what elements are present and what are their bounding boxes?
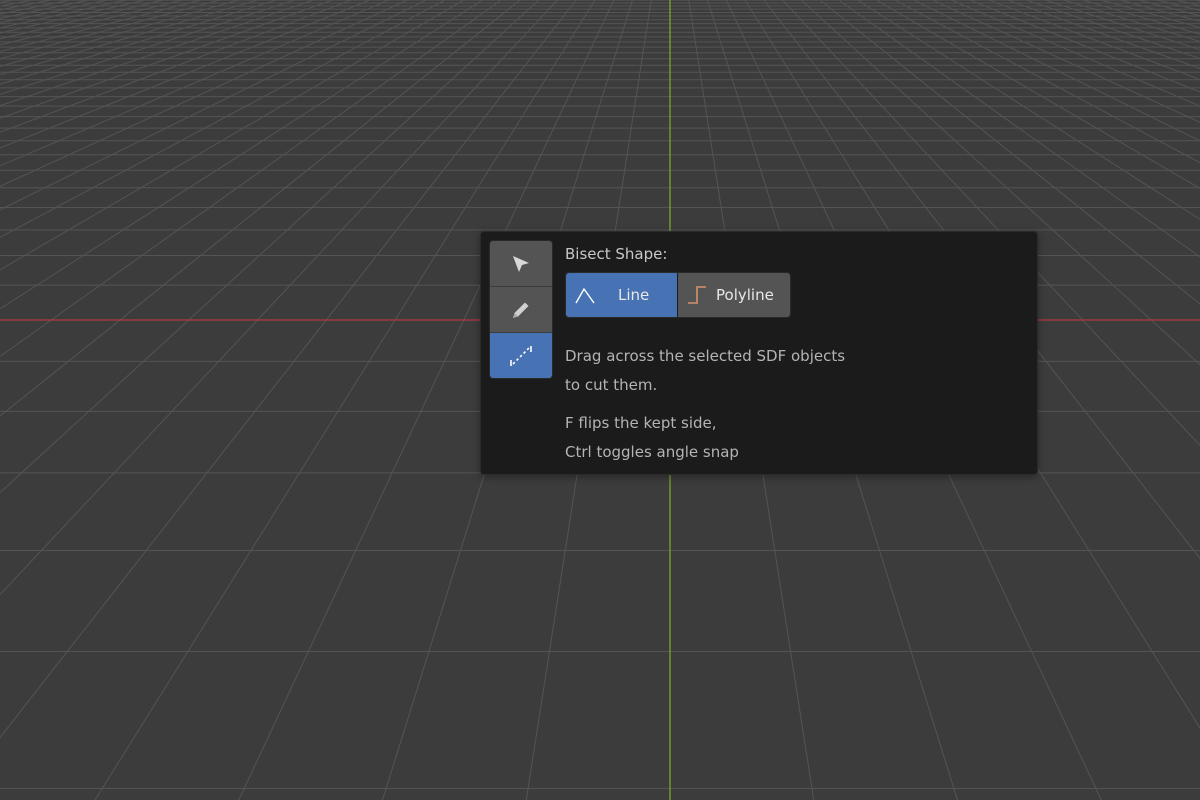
select-tool-button[interactable] (490, 241, 552, 287)
pencil-icon (513, 302, 529, 318)
bisect-tool-popup: Bisect Shape: Line Polyline Drag across … (480, 231, 1038, 475)
angle-line-icon (575, 287, 595, 304)
help-text-shortcuts: F flips the kept side, Ctrl toggles angl… (565, 409, 739, 467)
line-shape-button[interactable]: Line (566, 273, 677, 317)
line-shape-label: Line (618, 286, 650, 304)
tool-column (489, 240, 553, 379)
bisect-tool-button[interactable] (490, 333, 552, 378)
bisect-shape-heading: Bisect Shape: (565, 245, 668, 263)
polyline-shape-button[interactable]: Polyline (678, 273, 790, 317)
help-line: Drag across the selected SDF objects (565, 347, 846, 365)
polyline-shape-label: Polyline (716, 286, 774, 304)
step-polyline-icon (688, 286, 706, 304)
help-line: Ctrl toggles angle snap (565, 443, 739, 461)
help-line: F flips the kept side, (565, 414, 717, 432)
help-text-drag: Drag across the selected SDF objects to … (565, 342, 845, 400)
help-line: to cut them. (565, 376, 658, 394)
draw-tool-button[interactable] (490, 287, 552, 333)
dashed-line-icon (510, 345, 532, 366)
bisect-shape-toggle: Line Polyline (565, 272, 791, 318)
cursor-arrow-icon (513, 255, 529, 272)
